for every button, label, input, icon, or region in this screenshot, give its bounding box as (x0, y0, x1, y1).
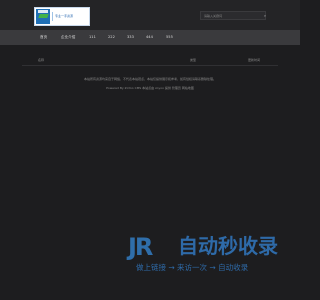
watermark-logo-text: JR (128, 233, 153, 261)
footer-powered-by[interactable]: Powered By ZoYoo CMS 本站点由 zoyoo 提供 管理员 网… (0, 86, 300, 90)
header: 专业一手资源 ⌕ (0, 0, 300, 30)
nav-item-home[interactable]: 首页 (40, 30, 47, 45)
column-updated-label: 更新时间 (248, 58, 261, 62)
logo-emblem-icon (36, 9, 50, 24)
main-navigation: 首页 企业介绍 111 222 333 444 555 (0, 30, 300, 45)
content-header-row: 名称 类型 更新时间 (22, 56, 278, 66)
column-name-label: 名称 (38, 58, 45, 62)
watermark-banner: JR 自动秒收录 做上链接 → 来访一次 → 自动收录 (128, 232, 280, 276)
watermark-logo-icon: JR (128, 234, 176, 260)
nav-item-111[interactable]: 111 (89, 30, 96, 45)
logo-tagline: 专业一手资源 (52, 12, 88, 21)
nav-item-444[interactable]: 444 (146, 30, 153, 45)
page: 专业一手资源 ⌕ 首页 企业介绍 111 222 333 444 555 名称 … (0, 0, 300, 300)
column-type-label: 类型 (190, 58, 197, 62)
search-button[interactable]: ⌕ (262, 11, 268, 20)
search-input[interactable] (200, 11, 266, 20)
watermark-title: 自动秒收录 (178, 234, 278, 258)
site-logo[interactable]: 专业一手资源 (34, 7, 90, 26)
nav-item-222[interactable]: 222 (108, 30, 115, 45)
watermark-slogan: 做上链接 → 来访一次 → 自动收录 (136, 263, 249, 272)
nav-item-555[interactable]: 555 (166, 30, 173, 45)
nav-item-about[interactable]: 企业介绍 (61, 30, 75, 45)
footer-notice: 本站所有资源均来自于网络，不代表本站观点，本站仅提供展示和参考，如有侵权请联系删… (83, 77, 216, 81)
nav-item-333[interactable]: 333 (127, 30, 134, 45)
